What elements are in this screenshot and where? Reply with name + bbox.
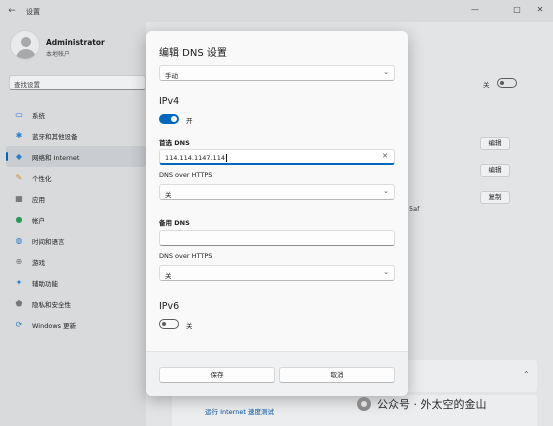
preferred-dns-label: 首选 DNS xyxy=(159,139,190,147)
ipv6-toggle-label: 关 xyxy=(186,322,193,330)
preferred-doh-select[interactable]: 关 ⌄ xyxy=(159,184,395,200)
dns-mode-select[interactable]: 手动 ⌄ xyxy=(159,65,395,81)
chevron-down-icon: ⌄ xyxy=(383,268,389,276)
save-button[interactable]: 保存 xyxy=(159,367,275,383)
shield-icon: ⬟ xyxy=(15,298,23,308)
watermark-text: 公众号 · 外太空的金山 xyxy=(377,398,487,411)
alternate-doh-select[interactable]: 关 ⌄ xyxy=(159,265,395,281)
preferred-dns-value: 114.114.1147.114 xyxy=(165,153,225,162)
sidebar-item[interactable]: ⬟ 隐私和安全性 xyxy=(6,293,146,314)
preferred-doh-value: 关 xyxy=(165,190,172,199)
dialog-footer: 保存 取消 xyxy=(146,351,408,396)
alternate-doh-label: DNS over HTTPS xyxy=(159,252,213,260)
ipv4-heading: IPv4 xyxy=(159,96,180,107)
search-input[interactable]: 查找设置 xyxy=(9,75,146,90)
sidebar-item-label: 系统 xyxy=(32,111,45,120)
sidebar-item-label: 应用 xyxy=(32,195,45,204)
speed-test-link[interactable]: 运行 Internet 速度测试 xyxy=(205,406,274,416)
ipv6-heading: IPv6 xyxy=(159,301,180,312)
back-arrow-icon[interactable]: ← xyxy=(5,4,19,18)
sidebar-item-label: Windows 更新 xyxy=(32,321,77,330)
wifi-icon: ◆ xyxy=(15,151,23,161)
dns-mode-value: 手动 xyxy=(165,71,178,80)
sidebar-item-label: 网络和 Internet xyxy=(32,153,80,162)
bg-toggle-label: 关 xyxy=(483,81,490,89)
gamepad-icon: ⊕ xyxy=(15,256,23,266)
title-bar: ← 设置 — □ ✕ xyxy=(0,0,553,22)
sidebar-item[interactable]: ⟳ Windows 更新 xyxy=(6,314,146,335)
cancel-button[interactable]: 取消 xyxy=(279,367,395,383)
maximize-button[interactable]: □ xyxy=(509,3,525,17)
sidebar-nav: ▭ 系统 ✱ 蓝牙和其他设备 ◆ 网络和 Internet ✎ 个性化 ▦ 应用 ● 帐户 ◍ 时间和语言… xyxy=(6,104,146,335)
ipv4-toggle-label: 开 xyxy=(186,117,193,125)
sidebar-item[interactable]: ✦ 辅助功能 xyxy=(6,272,146,293)
sidebar-item[interactable]: ◍ 时间和语言 xyxy=(6,230,146,251)
app-title: 设置 xyxy=(26,8,40,16)
chevron-down-icon: ⌄ xyxy=(383,68,389,76)
edit-button-1[interactable]: 编辑 xyxy=(480,137,510,150)
preferred-dns-input[interactable]: 114.114.1147.114 ✕ xyxy=(159,149,395,165)
user-profile[interactable]: Administrator 本地帐户 xyxy=(10,30,145,64)
sidebar-item-label: 时间和语言 xyxy=(32,237,65,246)
account-type: 本地帐户 xyxy=(46,51,71,58)
clear-icon[interactable]: ✕ xyxy=(382,152,388,160)
sidebar-item[interactable]: ✱ 蓝牙和其他设备 xyxy=(6,125,146,146)
minimize-button[interactable]: — xyxy=(467,3,483,17)
sidebar-item[interactable]: ◆ 网络和 Internet xyxy=(6,146,146,167)
close-button[interactable]: ✕ xyxy=(532,3,548,17)
sidebar-item[interactable]: ▭ 系统 xyxy=(6,104,146,125)
dialog-title: 编辑 DNS 设置 xyxy=(159,48,227,59)
bluetooth-icon: ✱ xyxy=(15,130,23,140)
ipv4-toggle[interactable] xyxy=(159,114,179,124)
edit-dns-dialog: 编辑 DNS 设置 手动 ⌄ IPv4 开 首选 DNS 114.114.114… xyxy=(146,31,408,396)
preferred-doh-label: DNS over HTTPS xyxy=(159,171,213,179)
windows-update-icon: ⟳ xyxy=(15,319,23,329)
search-placeholder: 查找设置 xyxy=(14,81,40,89)
apps-icon: ▦ xyxy=(15,193,23,203)
ipv6-toggle[interactable] xyxy=(159,319,179,329)
accessibility-icon: ✦ xyxy=(15,277,23,287)
bg-toggle[interactable] xyxy=(497,78,517,88)
monitor-icon: ▭ xyxy=(15,109,23,119)
user-name: Administrator xyxy=(46,38,105,47)
sidebar-item[interactable]: ✎ 个性化 xyxy=(6,167,146,188)
chevron-down-icon: ⌄ xyxy=(383,187,389,195)
alternate-doh-value: 关 xyxy=(165,271,172,280)
sidebar-item-label: 蓝牙和其他设备 xyxy=(32,132,78,141)
partial-text: 5af xyxy=(409,205,420,213)
globe-clock-icon: ◍ xyxy=(15,235,23,245)
sidebar-item[interactable]: ⊕ 游戏 xyxy=(6,251,146,272)
sidebar-item-label: 辅助功能 xyxy=(32,279,58,288)
wechat-logo-icon xyxy=(357,397,371,411)
copy-button[interactable]: 复制 xyxy=(480,191,510,204)
sidebar-item[interactable]: ● 帐户 xyxy=(6,209,146,230)
alternate-dns-input[interactable] xyxy=(159,230,395,246)
edit-button-2[interactable]: 编辑 xyxy=(480,164,510,177)
account-icon: ● xyxy=(15,214,23,224)
sidebar-item-label: 个性化 xyxy=(32,174,52,183)
brush-icon: ✎ xyxy=(15,172,23,182)
sidebar-item-label: 帐户 xyxy=(32,216,45,225)
sidebar-item-label: 隐私和安全性 xyxy=(32,300,71,309)
chevron-up-icon[interactable]: ⌃ xyxy=(523,370,530,379)
avatar xyxy=(10,30,40,60)
alternate-dns-label: 备用 DNS xyxy=(159,219,190,227)
sidebar-item-label: 游戏 xyxy=(32,258,45,267)
watermark: 公众号 · 外太空的金山 xyxy=(357,396,487,412)
sidebar-item[interactable]: ▦ 应用 xyxy=(6,188,146,209)
